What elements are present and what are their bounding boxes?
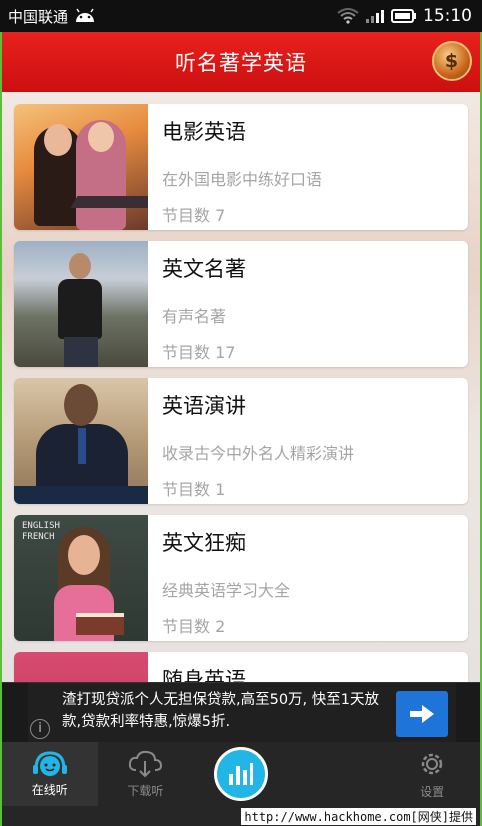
carrier-label: 中国联通 xyxy=(8,7,69,26)
card-description: 在外国电影中练好口语 xyxy=(162,170,323,189)
card-title: 电影英语 xyxy=(162,120,246,144)
status-left: 中国联通 xyxy=(8,6,96,27)
tab-download-label: 下载听 xyxy=(127,783,164,798)
nav-center xyxy=(193,742,289,806)
android-icon xyxy=(76,8,95,22)
card-title: 英语演讲 xyxy=(162,394,246,418)
tab-download[interactable]: 下载听 xyxy=(98,742,194,806)
now-playing-button[interactable] xyxy=(213,747,268,801)
card-description: 经典英语学习大全 xyxy=(162,581,291,600)
category-card-portable[interactable]: 随身英语 xyxy=(14,652,468,682)
status-bar: 中国联通 15:10 xyxy=(0,0,482,32)
bottom-nav: 在线听 下载听 设置 xyxy=(2,742,480,806)
episode-count: 节目数 1 xyxy=(162,480,226,499)
episode-count: 节目数 17 xyxy=(162,343,236,362)
category-card-movie[interactable]: 电影英语 在外国电影中练好口语 节目数 7 xyxy=(14,104,468,230)
dollar-coin-icon[interactable]: $ xyxy=(432,41,472,81)
wifi-icon xyxy=(337,8,359,24)
speech-thumbnail xyxy=(14,378,148,504)
card-description: 收录古今中外名人精彩演讲 xyxy=(162,444,355,463)
info-icon[interactable]: i xyxy=(30,719,50,739)
signal-icon xyxy=(366,10,384,23)
movie-thumbnail xyxy=(14,104,148,230)
tab-settings-label: 设置 xyxy=(420,784,445,799)
category-list[interactable]: 电影英语 在外国电影中练好口语 节目数 7 英文名著 有声名著 节目数 17 英… xyxy=(2,92,480,682)
card-text: 英语演讲 收录古今中外名人精彩演讲 节目数 1 xyxy=(148,378,354,504)
cloud-download-icon xyxy=(129,750,163,777)
ad-text: 渣打现贷派个人无担保贷款,高至50万, 快至1天放款,贷款利率特惠,惊爆5折. xyxy=(62,692,380,730)
category-card-crazy[interactable]: ENGLISH FRENCH 英文狂痴 经典英语学习大全 节目数 2 xyxy=(14,515,468,641)
classics-thumbnail xyxy=(14,241,148,367)
portable-thumbnail xyxy=(14,652,148,682)
battery-icon xyxy=(391,9,416,23)
equalizer-icon xyxy=(228,763,253,785)
tab-settings[interactable]: 设置 xyxy=(384,742,480,806)
card-title: 英文狂痴 xyxy=(162,531,246,555)
card-description: 有声名著 xyxy=(162,307,227,326)
tab-online[interactable]: 在线听 xyxy=(2,742,98,806)
app-frame: 听名著学英语 $ 电影英语 在外国电影中练好口语 节目数 7 英文名著 有声名著… xyxy=(0,32,482,826)
status-right: 15:10 xyxy=(337,6,472,26)
gear-icon xyxy=(421,753,443,774)
tab-online-label: 在线听 xyxy=(31,782,68,797)
category-card-speech[interactable]: 英语演讲 收录古今中外名人精彩演讲 节目数 1 xyxy=(14,378,468,504)
page-title: 听名著学英语 xyxy=(175,51,307,75)
card-title: 英文名著 xyxy=(162,257,246,281)
clock: 15:10 xyxy=(423,6,472,26)
ad-banner[interactable]: i 渣打现贷派个人无担保贷款,高至50万, 快至1天放款,贷款利率特惠,惊爆5折… xyxy=(2,682,480,743)
watermark: http://www.hackhome.com[网侠]提供 xyxy=(241,808,476,825)
crazy-english-thumbnail: ENGLISH FRENCH xyxy=(14,515,148,641)
episode-count: 节目数 7 xyxy=(162,206,226,225)
headphones-icon xyxy=(32,750,67,776)
arrow-right-button[interactable] xyxy=(396,691,448,737)
arrow-right-icon xyxy=(410,705,434,723)
app-header: 听名著学英语 $ xyxy=(2,32,480,92)
card-text: 电影英语 在外国电影中练好口语 节目数 7 xyxy=(148,104,322,230)
category-card-classics[interactable]: 英文名著 有声名著 节目数 17 xyxy=(14,241,468,367)
watermark-bar: http://www.hackhome.com[网侠]提供 xyxy=(2,806,480,826)
chalkboard-text: ENGLISH FRENCH xyxy=(22,521,60,542)
card-title: 随身英语 xyxy=(162,668,246,682)
card-text: 随身英语 xyxy=(148,652,246,682)
card-text: 英文名著 有声名著 节目数 17 xyxy=(148,241,246,367)
card-text: 英文狂痴 经典英语学习大全 节目数 2 xyxy=(148,515,290,641)
episode-count: 节目数 2 xyxy=(162,617,226,636)
